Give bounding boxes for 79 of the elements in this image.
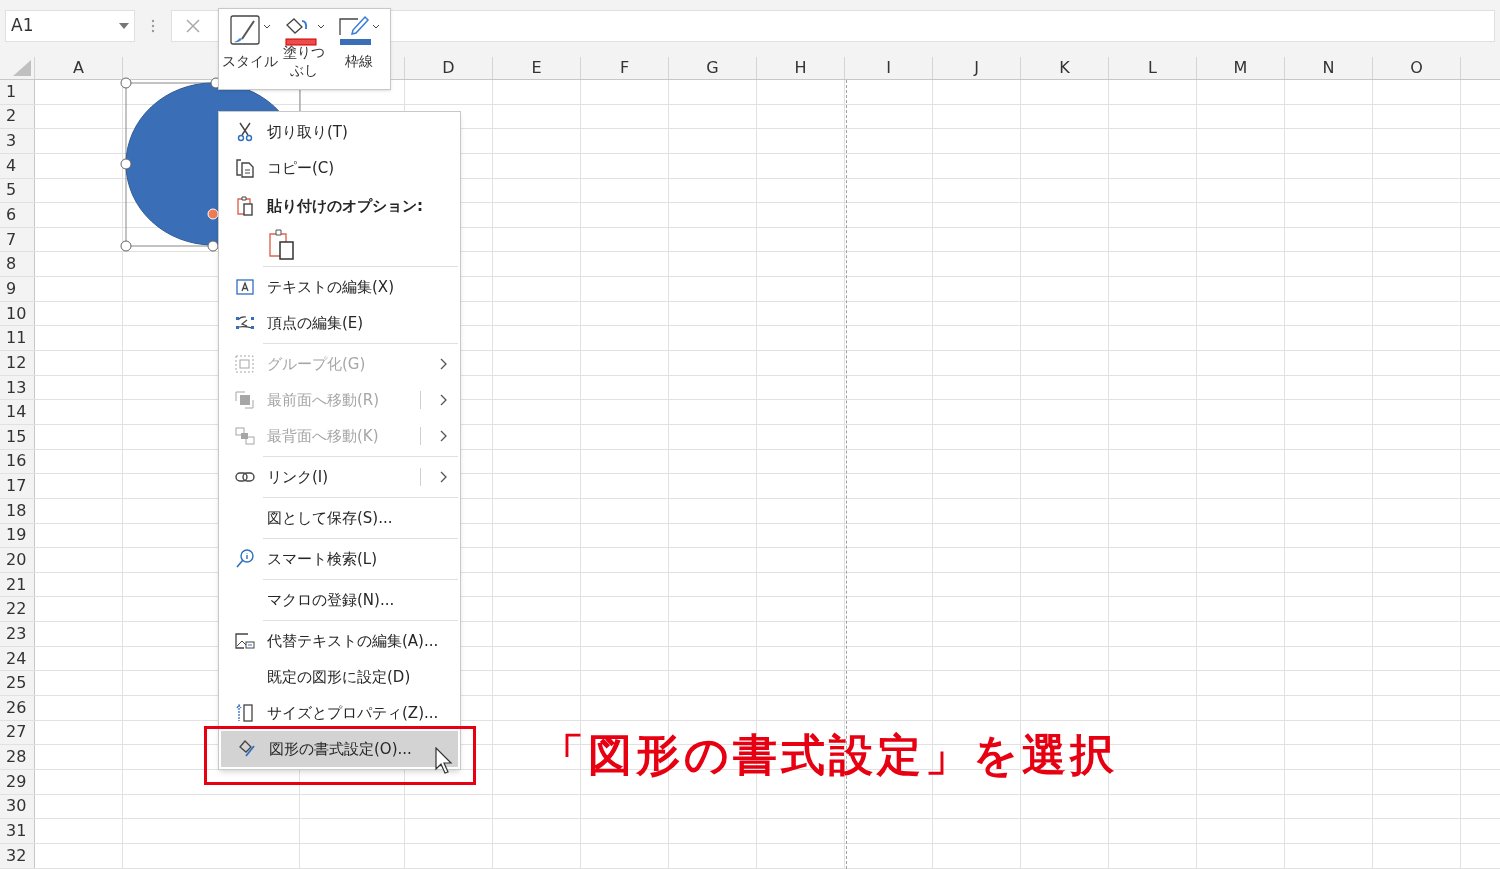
row-header[interactable]: 22 [0, 597, 35, 622]
menu-item[interactable]: コピー(C) [219, 150, 460, 186]
copy-icon [234, 157, 256, 179]
row-header[interactable]: 23 [0, 622, 35, 646]
column-header[interactable]: M [1197, 57, 1285, 79]
row-header[interactable]: 32 [0, 843, 35, 868]
row-header[interactable]: 8 [0, 252, 35, 277]
row-header[interactable]: 12 [0, 351, 35, 375]
clipboard-icon [234, 195, 256, 217]
size-icon [234, 702, 256, 724]
cancel-icon[interactable] [186, 19, 200, 33]
column-header[interactable]: F [581, 57, 669, 79]
column-header[interactable]: J [933, 57, 1021, 79]
column-header[interactable]: G [669, 57, 757, 79]
dropdown-icon [119, 23, 129, 29]
send-backward-icon [234, 425, 256, 447]
menu-item[interactable]: リンク(I) [219, 459, 460, 495]
select-all-triangle-icon [13, 60, 31, 76]
toolbar-button[interactable]: 枠線 [332, 13, 385, 89]
row-header[interactable]: 6 [0, 203, 35, 227]
row-header[interactable]: 18 [0, 498, 35, 523]
row-header[interactable]: 31 [0, 819, 35, 843]
menu-item[interactable]: 代替テキストの編集(A)... [219, 623, 460, 659]
row-header[interactable]: 4 [0, 153, 35, 178]
more-icon [151, 19, 155, 33]
border-pen-icon [336, 13, 381, 47]
row-header[interactable]: 9 [0, 277, 35, 301]
row-header[interactable]: 24 [0, 646, 35, 671]
row-header[interactable]: 19 [0, 523, 35, 548]
annotation-text: 「図形の書式設定」を選択 [540, 728, 1118, 782]
row-header[interactable]: 25 [0, 671, 35, 695]
menu-item[interactable]: テキストの編集(X) [219, 269, 460, 305]
column-header[interactable]: O [1373, 57, 1461, 79]
menu-item[interactable]: 既定の図形に設定(D) [219, 659, 460, 695]
cell-reference: A1 [11, 14, 34, 38]
column-header[interactable]: I [845, 57, 933, 79]
column-header[interactable]: E [493, 57, 581, 79]
row-header[interactable]: 21 [0, 572, 35, 597]
column-header[interactable]: H [757, 57, 845, 79]
row-header[interactable]: 16 [0, 449, 35, 474]
column-header[interactable]: L [1109, 57, 1197, 79]
menu-item[interactable]: 図形の書式設定(O)... [221, 731, 458, 767]
menu-item[interactable]: 切り取り(T) [219, 114, 460, 150]
toolbar-button[interactable]: スタイル [224, 13, 277, 89]
row-header[interactable]: 13 [0, 375, 35, 400]
row-header[interactable]: 15 [0, 424, 35, 449]
column-header[interactable]: D [405, 57, 493, 79]
menu-item[interactable]: スマート検索(L) [219, 541, 460, 577]
column-header[interactable]: K [1021, 57, 1109, 79]
style-brush-icon [228, 13, 273, 47]
row-header[interactable]: 2 [0, 104, 35, 129]
row-header[interactable]: 26 [0, 696, 35, 720]
row-header[interactable]: 1 [0, 80, 35, 104]
name-box[interactable]: A1 [5, 10, 135, 42]
menu-item[interactable]: 図として保存(S)... [219, 500, 460, 536]
menu-item[interactable]: サイズとプロパティ(Z)... [219, 695, 460, 731]
row-header[interactable]: 28 [0, 745, 35, 769]
image-icon [234, 630, 256, 652]
row-header[interactable]: 17 [0, 474, 35, 498]
text-box-icon [234, 276, 256, 298]
toolbar-button[interactable]: 塗りつぶし [278, 13, 331, 89]
row-header[interactable]: 29 [0, 769, 35, 794]
row-header[interactable]: 10 [0, 301, 35, 326]
column-header[interactable]: N [1285, 57, 1373, 79]
row-header[interactable]: 27 [0, 720, 35, 745]
row-header[interactable]: 11 [0, 326, 35, 351]
bring-forward-icon [234, 389, 256, 411]
group-icon [234, 353, 256, 375]
menu-item[interactable]: 頂点の編集(E) [219, 305, 460, 341]
row-header[interactable]: 14 [0, 400, 35, 424]
paste-option-icon[interactable] [267, 229, 297, 261]
row-header[interactable]: 5 [0, 178, 35, 203]
row-header[interactable]: 30 [0, 794, 35, 819]
row-header[interactable]: 20 [0, 548, 35, 572]
search-icon [234, 548, 256, 570]
menu-item[interactable]: マクロの登録(N)... [219, 582, 460, 618]
row-header[interactable]: 7 [0, 227, 35, 252]
menu-heading: 貼り付けのオプション: [267, 195, 423, 217]
row-header[interactable]: 3 [0, 129, 35, 153]
